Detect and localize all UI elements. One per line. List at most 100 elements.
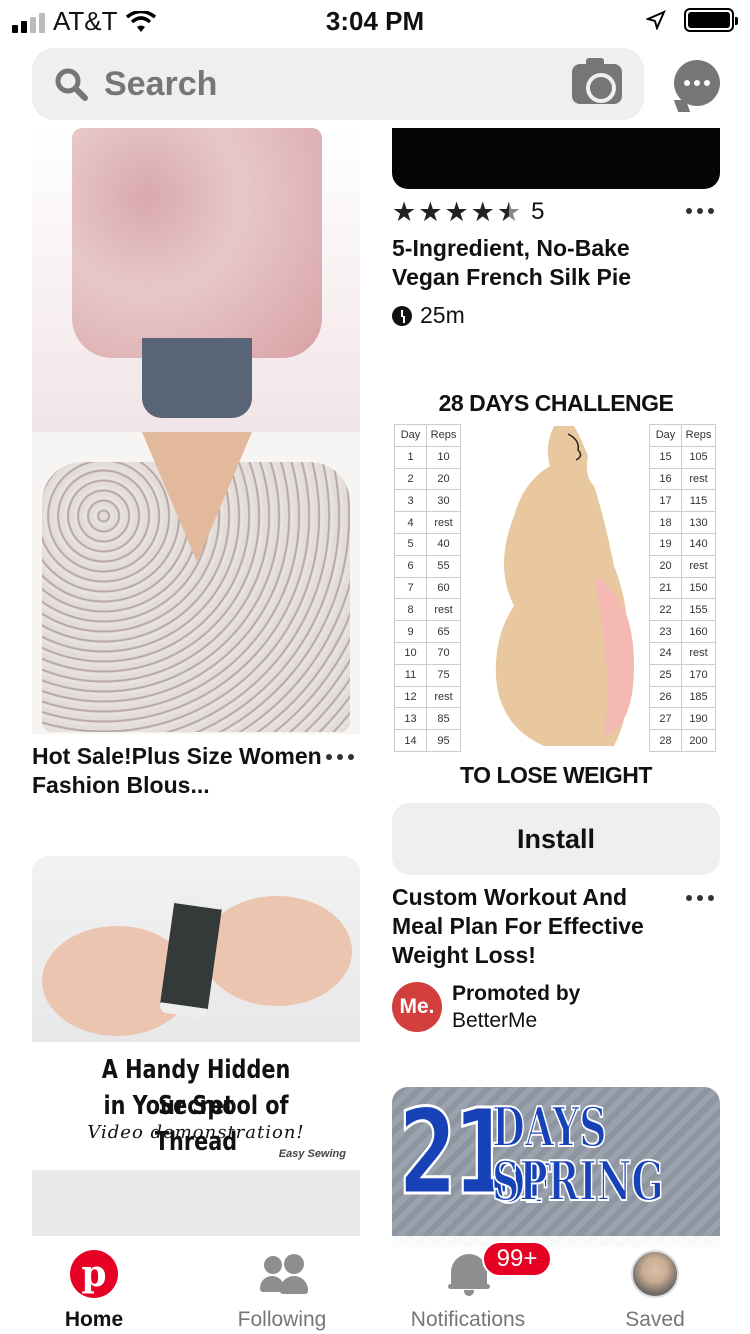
table-header-cell: Reps xyxy=(681,424,716,447)
table-row: 28 200 xyxy=(649,729,716,752)
location-arrow-icon xyxy=(646,10,666,30)
day-cell: 2 xyxy=(394,467,427,491)
reps-cell: 70 xyxy=(426,641,461,665)
day-cell: 22 xyxy=(649,598,682,622)
day-cell: 13 xyxy=(394,707,427,731)
table-row: 11 75 xyxy=(394,663,461,687)
hand-shape xyxy=(202,896,352,1006)
star-icon: ★ xyxy=(470,196,495,227)
reps-cell: 190 xyxy=(681,707,716,731)
table-row: 21 150 xyxy=(649,576,716,600)
reps-cell: 130 xyxy=(681,511,716,534)
pin-image-challenge[interactable]: 28 DAYS CHALLENGE Day Reps 1 10 2 20 3 30 4 rest 5… xyxy=(392,380,720,790)
table-row: 13 85 xyxy=(394,707,461,731)
jeans-shape xyxy=(142,338,252,418)
pinterest-logo-icon: p xyxy=(70,1250,118,1298)
people-icon xyxy=(260,1254,308,1294)
chat-icon[interactable] xyxy=(674,60,720,106)
table-row: 24 rest xyxy=(649,641,716,665)
more-options-icon[interactable] xyxy=(686,208,714,214)
search-input[interactable]: Search xyxy=(104,65,572,104)
challenge-table-right: Day Reps 15 105 16 rest 17 115 18 130 19 140 20 rest 2… xyxy=(649,424,716,752)
table-row: 7 60 xyxy=(394,576,461,600)
camera-icon[interactable] xyxy=(572,58,622,104)
table-header-cell: Day xyxy=(394,424,427,447)
table-row: 17 115 xyxy=(649,489,716,513)
pin-title-blouse[interactable]: Hot Sale!Plus Size Women Fashion Blous..… xyxy=(32,742,322,800)
table-row: 26 185 xyxy=(649,685,716,709)
tab-home[interactable]: p Home xyxy=(14,1236,174,1334)
table-row: 5 40 xyxy=(394,532,461,556)
pin-title-ad[interactable]: Custom Workout And Meal Plan For Effecti… xyxy=(392,883,682,970)
clock-time: 3:04 PM xyxy=(325,6,425,36)
reps-cell: 65 xyxy=(426,620,461,643)
day-cell: 8 xyxy=(394,598,427,622)
table-row: 8 rest xyxy=(394,598,461,622)
table-row: 22 155 xyxy=(649,598,716,622)
pin-image-floral-blouse[interactable] xyxy=(32,432,360,734)
tab-label: Notifications xyxy=(410,1308,526,1331)
reps-cell: 10 xyxy=(426,445,461,469)
reps-cell: 20 xyxy=(426,467,461,491)
table-row: 15 105 xyxy=(649,445,716,469)
table-row: 4 rest xyxy=(394,511,461,534)
spool-photo xyxy=(32,856,360,1042)
pin-image-spool[interactable]: A Handy Hidden Secret in Your Spool of T… xyxy=(32,856,360,1236)
more-options-icon[interactable] xyxy=(686,895,714,901)
tab-following[interactable]: Following xyxy=(202,1236,362,1334)
reps-cell: 95 xyxy=(426,729,461,752)
more-options-icon[interactable] xyxy=(326,754,354,760)
day-cell: 21 xyxy=(649,576,682,600)
day-cell: 1 xyxy=(394,445,427,469)
table-header-row: Day Reps xyxy=(394,424,461,447)
reps-cell: rest xyxy=(426,685,461,709)
star-icon: ★ xyxy=(392,196,417,227)
pin-title-recipe[interactable]: 5-Ingredient, No-Bake Vegan French Silk … xyxy=(392,234,692,292)
table-row: 23 160 xyxy=(649,620,716,643)
pin-image-video[interactable] xyxy=(392,128,720,189)
duration-text: 25m xyxy=(420,302,465,328)
pin-image-spring-cleaning[interactable]: 21 DAYS OF SPRING xyxy=(392,1087,720,1247)
advertiser-logo[interactable]: Me. xyxy=(392,982,442,1032)
clock-icon xyxy=(392,305,412,326)
day-cell: 5 xyxy=(394,532,427,556)
day-cell: 4 xyxy=(394,511,427,534)
table-header-row: Day Reps xyxy=(649,424,716,447)
table-row: 10 70 xyxy=(394,641,461,665)
tab-bar: p Home Following Notifications Saved xyxy=(0,1236,750,1334)
reps-cell: rest xyxy=(681,554,716,578)
reps-cell: 155 xyxy=(681,598,716,622)
table-row: 2 20 xyxy=(394,467,461,491)
pin-image-pink-blouse[interactable] xyxy=(32,128,360,432)
reps-cell: 200 xyxy=(681,729,716,752)
table-row: 9 65 xyxy=(394,620,461,643)
day-cell: 15 xyxy=(649,445,682,469)
table-row: 16 rest xyxy=(649,467,716,491)
status-bar: AT&T 3:04 PM xyxy=(0,0,750,40)
challenge-heading: 28 DAYS CHALLENGE xyxy=(438,390,674,416)
blouse-shape xyxy=(72,128,322,358)
day-cell: 18 xyxy=(649,511,682,534)
advertiser-name[interactable]: BetterMe xyxy=(452,1009,537,1032)
day-cell: 10 xyxy=(394,641,427,665)
spool-subline: Video demonstration! xyxy=(87,1122,305,1143)
tab-label: Home xyxy=(64,1308,124,1331)
promoted-by[interactable]: Me. Promoted by BetterMe xyxy=(392,980,580,1034)
tab-saved[interactable]: Saved xyxy=(575,1236,735,1334)
table-row: 3 30 xyxy=(394,489,461,513)
search-bar[interactable]: Search xyxy=(32,48,644,120)
table-row: 14 95 xyxy=(394,729,461,752)
table-row: 27 190 xyxy=(649,707,716,731)
day-cell: 24 xyxy=(649,641,682,665)
day-cell: 25 xyxy=(649,663,682,687)
day-cell: 11 xyxy=(394,663,427,687)
day-cell: 12 xyxy=(394,685,427,709)
install-button[interactable]: Install xyxy=(392,803,720,875)
half-star-icon: ★ xyxy=(496,196,522,227)
reps-cell: 160 xyxy=(681,620,716,643)
tab-label: Following xyxy=(237,1308,327,1331)
recipe-duration: 25m xyxy=(392,302,465,329)
status-right xyxy=(646,8,738,32)
reps-cell: 30 xyxy=(426,489,461,513)
search-icon xyxy=(55,68,88,101)
